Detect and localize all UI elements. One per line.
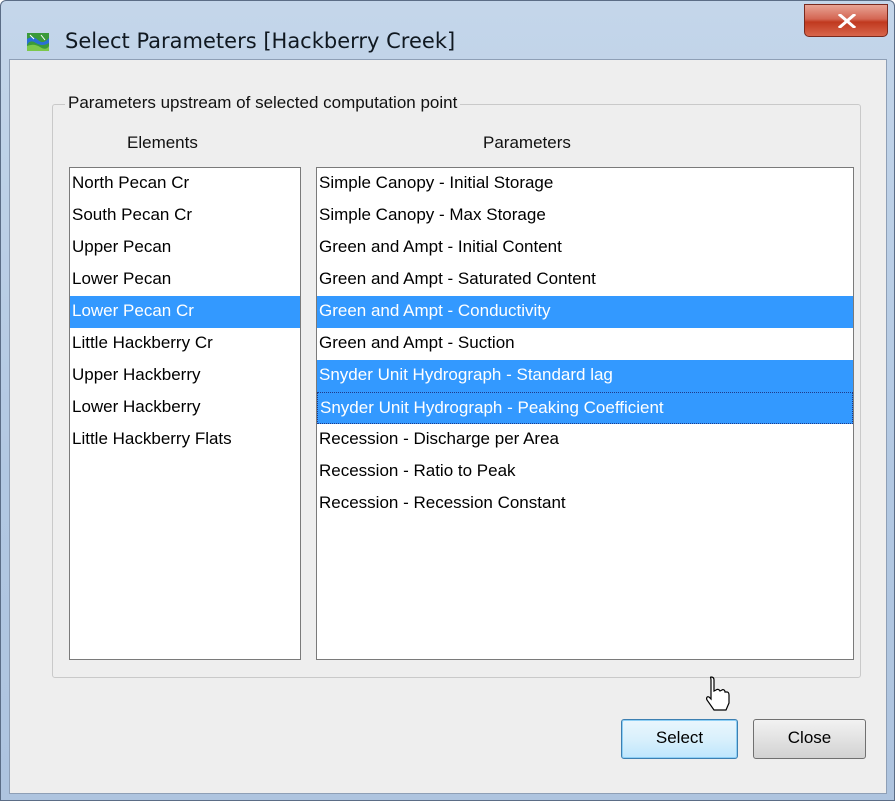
parameter-list-item[interactable]: Green and Ampt - Suction: [317, 328, 853, 360]
parameter-list-item[interactable]: Snyder Unit Hydrograph - Peaking Coeffic…: [317, 392, 853, 424]
close-icon: [838, 14, 856, 28]
parameters-header: Parameters: [483, 133, 571, 152]
parameter-list-item[interactable]: Snyder Unit Hydrograph - Standard lag: [317, 360, 853, 392]
element-list-item[interactable]: Lower Pecan: [70, 264, 300, 296]
parameter-list-item[interactable]: Green and Ampt - Saturated Content: [317, 264, 853, 296]
element-list-item[interactable]: North Pecan Cr: [70, 168, 300, 200]
element-list-item[interactable]: Little Hackberry Flats: [70, 424, 300, 456]
parameter-list-item[interactable]: Recession - Recession Constant: [317, 488, 853, 520]
element-list-item[interactable]: Upper Pecan: [70, 232, 300, 264]
parameter-list-item[interactable]: Green and Ampt - Conductivity: [317, 296, 853, 328]
element-list-item[interactable]: Little Hackberry Cr: [70, 328, 300, 360]
parameter-list-item[interactable]: Simple Canopy - Max Storage: [317, 200, 853, 232]
parameter-list-item[interactable]: Recession - Discharge per Area: [317, 424, 853, 456]
element-list-item[interactable]: Lower Pecan Cr: [70, 296, 300, 328]
window-close-button[interactable]: [804, 4, 888, 37]
elements-listbox[interactable]: North Pecan Cr South Pecan Cr Upper Pecan L…: [69, 167, 301, 660]
element-list-item[interactable]: South Pecan Cr: [70, 200, 300, 232]
element-list-item[interactable]: Lower Hackberry: [70, 392, 300, 424]
parameters-listbox[interactable]: Simple Canopy - Initial Storage Simple Ca…: [316, 167, 854, 660]
parameters-group: Parameters upstream of selected computat…: [52, 93, 861, 678]
watershed-app-icon: [27, 33, 49, 51]
dialog-content: Parameters upstream of selected computat…: [9, 59, 887, 794]
close-button[interactable]: Close: [753, 719, 866, 759]
mouse-pointer-icon: [706, 676, 730, 711]
parameter-list-item[interactable]: Green and Ampt - Initial Content: [317, 232, 853, 264]
elements-header: Elements: [127, 133, 198, 152]
parameter-list-item[interactable]: Simple Canopy - Initial Storage: [317, 168, 853, 200]
group-label: Parameters upstream of selected computat…: [65, 93, 461, 113]
title-bar[interactable]: Select Parameters [Hackberry Creek]: [1, 1, 894, 53]
window-title: Select Parameters [Hackberry Creek]: [65, 29, 456, 53]
select-button[interactable]: Select: [621, 719, 738, 759]
parameter-list-item[interactable]: Recession - Ratio to Peak: [317, 456, 853, 488]
element-list-item[interactable]: Upper Hackberry: [70, 360, 300, 392]
dialog-window: Select Parameters [Hackberry Creek] Para…: [0, 0, 895, 801]
